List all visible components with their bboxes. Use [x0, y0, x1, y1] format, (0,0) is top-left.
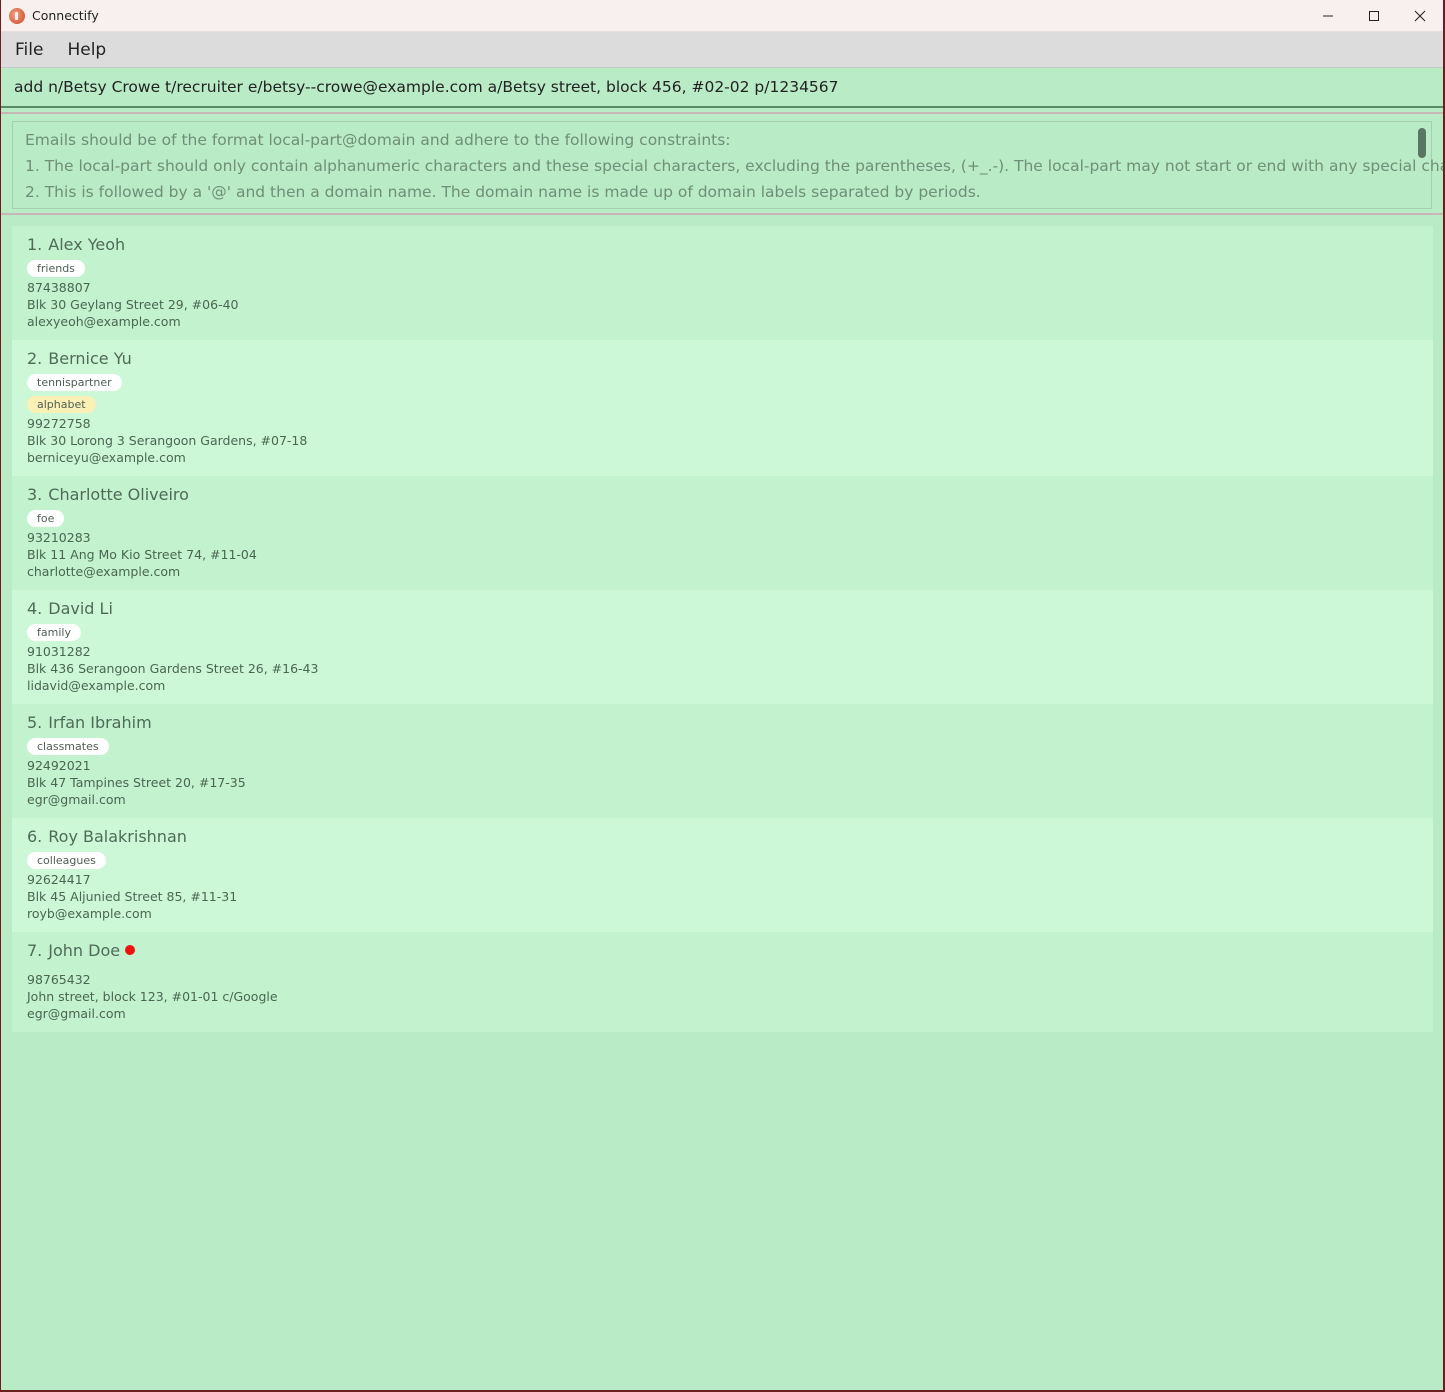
person-name-row: 1. Alex Yeoh — [27, 234, 1433, 254]
close-icon — [1414, 10, 1426, 21]
menu-help[interactable]: Help — [59, 40, 114, 60]
person-name: David Li — [48, 598, 113, 618]
person-card[interactable]: 2. Bernice Yu tennispartner alphabet 9927275… — [12, 340, 1433, 476]
app-logo-icon — [9, 7, 25, 24]
maximize-button[interactable] — [1351, 0, 1397, 31]
person-email: charlotte@example.com — [27, 564, 181, 579]
maximize-icon — [1369, 10, 1379, 21]
tag-badge: foe — [27, 510, 65, 527]
divider — [1, 213, 1443, 215]
tag-row: tennispartner — [27, 371, 1433, 393]
tag-row: colleagues — [27, 849, 1433, 871]
person-email: royb@example.com — [27, 906, 152, 921]
person-index: 5. — [27, 712, 43, 732]
person-card[interactable]: 4. David Li family 91031282 Blk 436 Serangoo… — [12, 590, 1433, 704]
result-scrollbar-thumb[interactable] — [1418, 128, 1426, 158]
person-phone: 99272758 — [27, 416, 91, 431]
person-phone: 98765432 — [27, 972, 91, 987]
tag-badge: tennispartner — [27, 374, 122, 391]
person-list: 1. Alex Yeoh friends 87438807 Blk 30 Geylang… — [12, 226, 1433, 1032]
person-email: egr@gmail.com — [27, 792, 126, 807]
person-address: Blk 436 Serangoon Gardens Street 26, #16… — [27, 661, 319, 676]
tag-row: alphabet — [27, 393, 1433, 415]
title-bar: Connectify — [1, 0, 1443, 32]
person-phone: 92492021 — [27, 758, 91, 773]
person-address: Blk 30 Lorong 3 Serangoon Gardens, #07-1… — [27, 433, 308, 448]
tag-list: colleagues — [27, 849, 1433, 871]
person-index: 7. — [27, 940, 43, 960]
person-index: 2. — [27, 348, 43, 368]
person-address: Blk 47 Tampines Street 20, #17-35 — [27, 775, 246, 790]
person-name: John Doe — [48, 940, 121, 960]
person-card[interactable]: 5. Irfan Ibrahim classmates 92492021 Blk 47 … — [12, 704, 1433, 818]
person-index: 3. — [27, 484, 43, 504]
minimize-button[interactable] — [1305, 0, 1351, 31]
tag-badge: colleagues — [27, 852, 106, 869]
person-phone: 93210283 — [27, 530, 91, 545]
tag-list: friends — [27, 257, 1433, 279]
tag-list: classmates — [27, 735, 1433, 757]
tag-badge: alphabet — [27, 396, 96, 413]
person-name-row: 6. Roy Balakrishnan — [27, 826, 1433, 846]
result-line: 2. This is followed by a '@' and then a … — [25, 183, 981, 201]
window-controls — [1305, 0, 1443, 31]
person-name: Charlotte Oliveiro — [48, 484, 189, 504]
tag-badge: family — [27, 624, 81, 641]
tag-badge: friends — [27, 260, 85, 277]
tag-list: family — [27, 621, 1433, 643]
person-phone: 87438807 — [27, 280, 91, 295]
person-name: Roy Balakrishnan — [48, 826, 187, 846]
person-address: Blk 45 Aljunied Street 85, #11-31 — [27, 889, 238, 904]
tag-row: foe — [27, 507, 1433, 529]
tag-list — [27, 963, 1433, 971]
person-index: 6. — [27, 826, 43, 846]
person-email: lidavid@example.com — [27, 678, 166, 693]
person-address: Blk 11 Ang Mo Kio Street 74, #11-04 — [27, 547, 257, 562]
person-email: berniceyu@example.com — [27, 450, 186, 465]
person-email: alexyeoh@example.com — [27, 314, 181, 329]
app-window: Connectify File Help Emails should be of… — [1, 0, 1443, 1390]
person-name: Alex Yeoh — [48, 234, 126, 254]
command-box — [1, 68, 1443, 108]
menu-file[interactable]: File — [7, 40, 51, 60]
person-name-row: 4. David Li — [27, 598, 1433, 618]
person-index: 1. — [27, 234, 43, 254]
tag-list: tennispartner alphabet — [27, 371, 1433, 415]
tag-row: friends — [27, 257, 1433, 279]
tag-row: family — [27, 621, 1433, 643]
person-name: Bernice Yu — [48, 348, 132, 368]
result-line: Emails should be of the format local-par… — [25, 131, 731, 149]
result-line: 1. The local-part should only contain al… — [25, 157, 1443, 175]
tag-badge: classmates — [27, 738, 109, 755]
person-index: 4. — [27, 598, 43, 618]
person-name-row: 5. Irfan Ibrahim — [27, 712, 1433, 732]
person-name-row: 3. Charlotte Oliveiro — [27, 484, 1433, 504]
person-card[interactable]: 6. Roy Balakrishnan colleagues 92624417 Blk … — [12, 818, 1433, 932]
menu-bar: File Help — [1, 32, 1443, 68]
tag-list: foe — [27, 507, 1433, 529]
minimize-icon — [1323, 15, 1333, 16]
tag-row: classmates — [27, 735, 1433, 757]
person-address: Blk 30 Geylang Street 29, #06-40 — [27, 297, 239, 312]
person-name-row: 2. Bernice Yu — [27, 348, 1433, 368]
person-card[interactable]: 3. Charlotte Oliveiro foe 93210283 Blk 11 An… — [12, 476, 1433, 590]
command-input[interactable] — [14, 78, 1414, 96]
person-phone: 91031282 — [27, 644, 91, 659]
status-dot-icon — [125, 945, 136, 955]
person-address: John street, block 123, #01-01 c/Google — [27, 989, 278, 1004]
person-name: Irfan Ibrahim — [48, 712, 152, 732]
person-email: egr@gmail.com — [27, 1006, 126, 1021]
result-display[interactable]: Emails should be of the format local-par… — [12, 121, 1443, 209]
person-name-row: 7. John Doe — [27, 940, 1433, 960]
close-button[interactable] — [1397, 0, 1443, 31]
person-card[interactable]: 7. John Doe 98765432 John street, block 123… — [12, 932, 1433, 1032]
person-phone: 92624417 — [27, 872, 91, 887]
window-title: Connectify — [32, 8, 99, 23]
person-card[interactable]: 1. Alex Yeoh friends 87438807 Blk 30 Geylang… — [12, 226, 1433, 340]
divider — [1, 108, 1443, 114]
